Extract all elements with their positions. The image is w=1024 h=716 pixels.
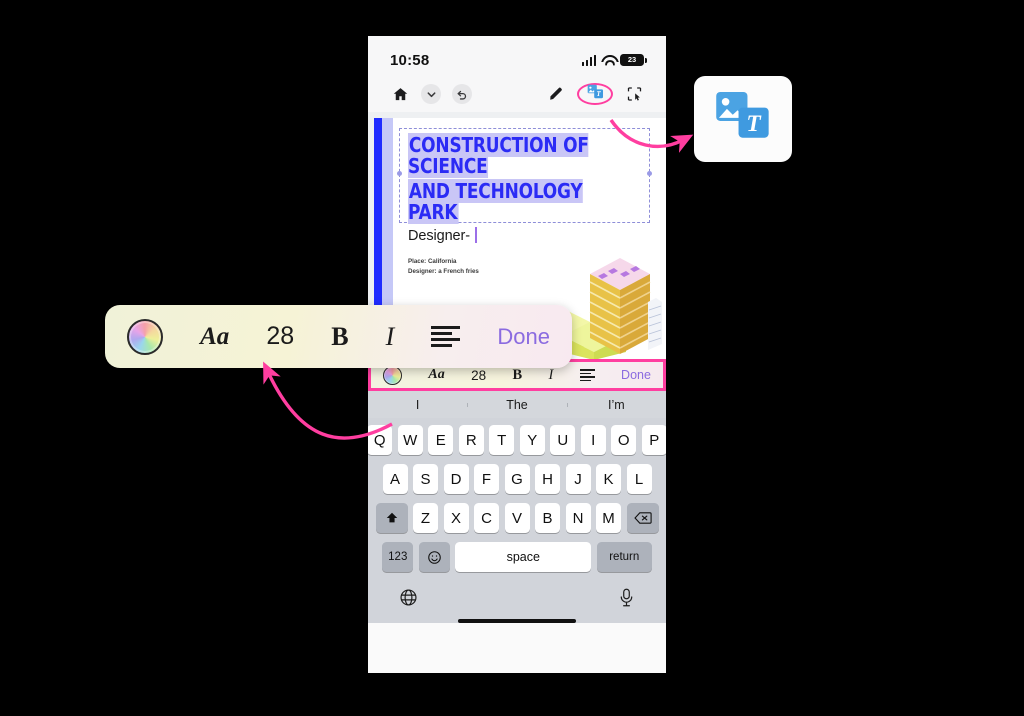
italic-button[interactable]: I — [548, 367, 553, 384]
keyboard-row-3: Z X C V B N M — [371, 503, 663, 533]
home-indicator — [458, 619, 576, 623]
text-align-icon[interactable] — [579, 369, 595, 381]
italic-button-zoomed[interactable]: I — [386, 322, 395, 352]
pen-icon[interactable] — [546, 84, 566, 104]
backspace-icon[interactable] — [626, 503, 659, 533]
key-r[interactable]: R — [458, 425, 484, 455]
predictive-text-bar: I The I’m — [368, 391, 666, 418]
insert-image-text-button[interactable]: T — [577, 83, 613, 105]
text-align-icon-zoomed[interactable] — [431, 326, 461, 347]
microphone-icon[interactable] — [618, 588, 635, 612]
color-wheel-icon[interactable] — [383, 365, 402, 385]
key-y[interactable]: Y — [519, 425, 545, 455]
key-k[interactable]: K — [596, 464, 621, 494]
resize-handle-left[interactable] — [397, 170, 402, 176]
status-indicators: 23 — [581, 54, 647, 66]
numbers-key[interactable]: 123 — [382, 542, 414, 572]
suggestion-2[interactable]: The — [467, 398, 566, 412]
space-key[interactable]: space — [455, 542, 592, 572]
image-text-icon-zoomed: T — [714, 89, 772, 149]
meta-place: Place: California — [408, 258, 457, 265]
keyboard-bottom-row — [371, 581, 663, 615]
image-text-icon: T — [587, 84, 604, 105]
cellular-signal-icon — [581, 54, 596, 66]
svg-text:T: T — [746, 111, 762, 137]
format-toolbar-callout: Aa 28 B I Done — [105, 305, 572, 368]
done-button[interactable]: Done — [621, 368, 651, 382]
document-meta-block: Place: California Designer: a French fri… — [408, 257, 479, 276]
shift-up-arrow-icon[interactable] — [375, 503, 408, 533]
done-button-zoomed[interactable]: Done — [497, 324, 550, 350]
key-n[interactable]: N — [565, 503, 591, 533]
onscreen-keyboard: Q W E R T Y U I O P A S D F G H J K L Z … — [368, 418, 666, 623]
key-u[interactable]: U — [550, 425, 576, 455]
key-f[interactable]: F — [474, 464, 499, 494]
key-a[interactable]: A — [382, 464, 408, 494]
key-b[interactable]: B — [535, 503, 560, 533]
image-text-icon-callout: T — [694, 76, 792, 162]
bold-button[interactable]: B — [512, 367, 522, 384]
designer-label: Designer- — [408, 228, 470, 245]
title-text-box[interactable]: CONSTRUCTION OF SCIENCE AND TECHNOLOGY P… — [397, 128, 652, 244]
status-time: 10:58 — [390, 51, 430, 69]
emoji-smiley-icon[interactable] — [418, 542, 450, 572]
app-toolbar-right-group: T — [546, 83, 644, 105]
globe-icon[interactable] — [399, 588, 418, 612]
key-w[interactable]: W — [397, 425, 423, 455]
wifi-icon — [601, 55, 615, 66]
battery-icon: 23 — [620, 54, 647, 66]
bold-button-zoomed[interactable]: B — [331, 322, 348, 352]
keyboard-row-2: A S D F G H J K L — [371, 464, 663, 494]
document-title-line-2: AND TECHNOLOGY PARK — [408, 179, 583, 225]
key-e[interactable]: E — [428, 425, 454, 455]
key-j[interactable]: J — [565, 464, 591, 494]
key-p[interactable]: P — [641, 425, 666, 455]
font-picker-button-zoomed[interactable]: Aa — [200, 323, 229, 351]
key-o[interactable]: O — [611, 425, 637, 455]
crop-pointer-icon[interactable] — [624, 84, 644, 104]
designer-field[interactable]: Designer- — [408, 227, 641, 244]
key-d[interactable]: D — [443, 464, 469, 494]
font-size-button-zoomed[interactable]: 28 — [266, 322, 294, 351]
suggestion-1[interactable]: I — [368, 398, 467, 412]
key-h[interactable]: H — [535, 464, 560, 494]
resize-handle-right[interactable] — [647, 170, 652, 176]
key-x[interactable]: X — [443, 503, 469, 533]
key-g[interactable]: G — [504, 464, 530, 494]
keyboard-row-1: Q W E R T Y U I O P — [368, 425, 666, 455]
key-c[interactable]: C — [474, 503, 499, 533]
home-icon[interactable] — [390, 84, 410, 104]
key-q[interactable]: Q — [368, 425, 393, 455]
app-toolbar-left-group — [390, 84, 472, 104]
font-picker-button[interactable]: Aa — [428, 367, 444, 383]
font-size-button[interactable]: 28 — [471, 368, 486, 383]
status-bar: 10:58 23 — [368, 36, 666, 76]
key-m[interactable]: M — [596, 503, 621, 533]
app-toolbar: T — [368, 76, 666, 112]
key-t[interactable]: T — [489, 425, 515, 455]
suggestion-3[interactable]: I’m — [566, 398, 666, 412]
color-wheel-icon-zoomed[interactable] — [127, 318, 163, 355]
battery-level-label: 23 — [627, 55, 637, 65]
chevron-down-icon[interactable] — [421, 84, 441, 104]
document-title-line-1: CONSTRUCTION OF SCIENCE — [408, 133, 589, 179]
meta-designer: Designer: a French fries — [408, 267, 479, 275]
text-caret — [474, 227, 477, 244]
undo-arrow-icon[interactable] — [452, 84, 472, 104]
key-z[interactable]: Z — [413, 503, 438, 533]
key-v[interactable]: V — [504, 503, 530, 533]
key-i[interactable]: I — [580, 425, 606, 455]
return-key[interactable]: return — [596, 542, 652, 572]
screenshot-stage: 10:58 23 T CONSTRUCTION OF SCIENCE AND T… — [0, 0, 1024, 716]
key-l[interactable]: L — [626, 464, 652, 494]
key-s[interactable]: S — [413, 464, 438, 494]
keyboard-row-4: 123 space return — [371, 542, 663, 572]
